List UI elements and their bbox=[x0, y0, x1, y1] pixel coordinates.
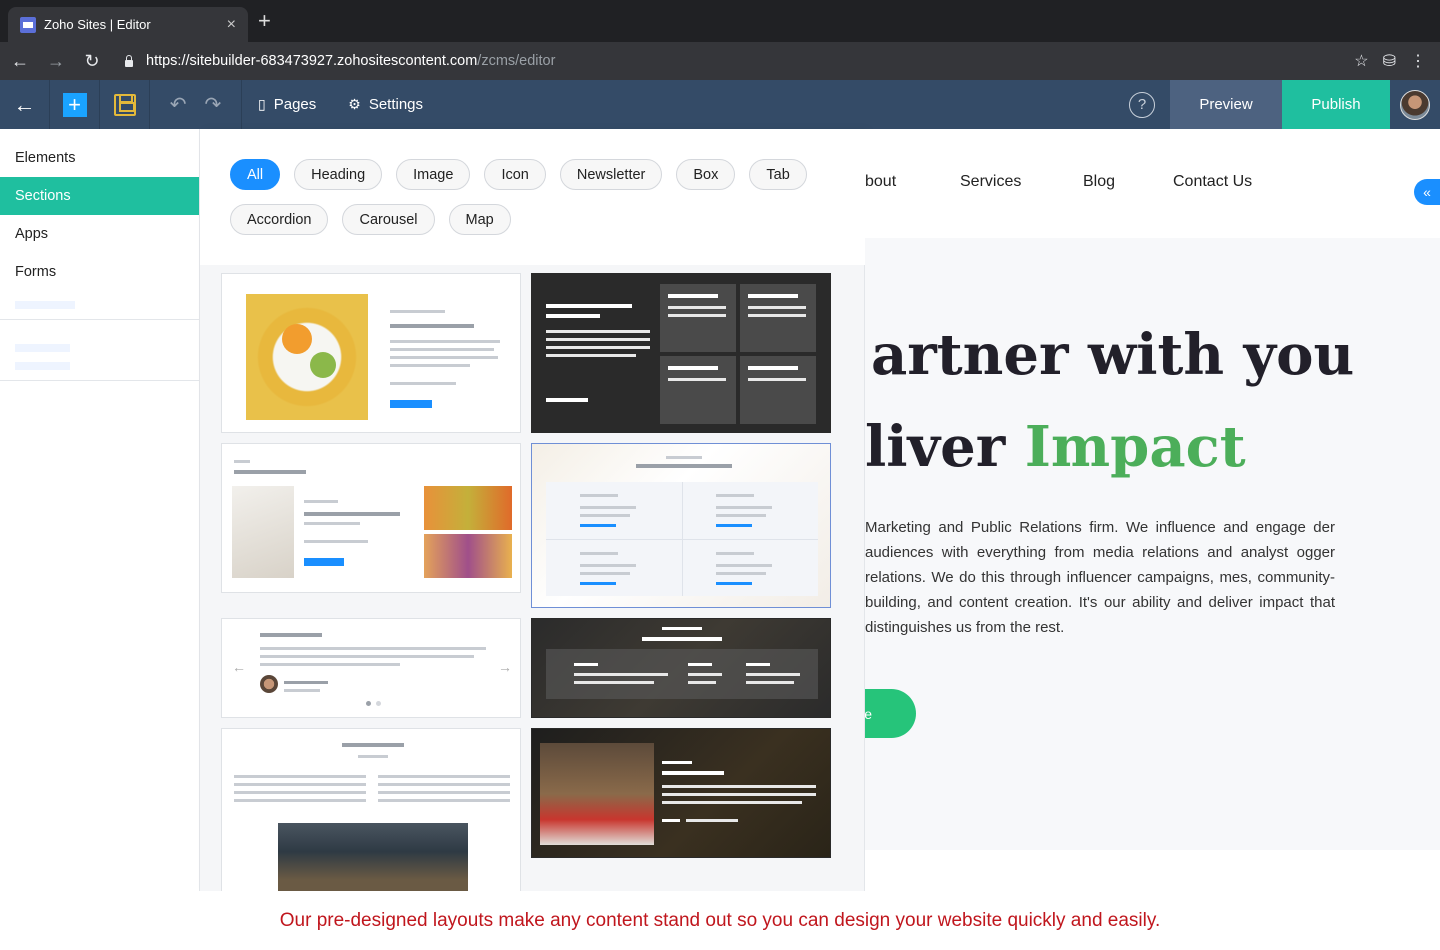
browser-tab-bar: Zoho Sites | Editor × + bbox=[0, 0, 1440, 42]
food-bowl-photo bbox=[246, 294, 368, 420]
filter-chip-map[interactable]: Map bbox=[448, 204, 511, 235]
nav-link-services[interactable]: Services bbox=[960, 173, 1021, 191]
marketing-caption: Our pre-designed layouts make any conten… bbox=[0, 891, 1440, 950]
redo-icon[interactable]: ↷ bbox=[205, 92, 222, 117]
plus-icon: + bbox=[62, 92, 87, 117]
undo-redo-group: ↶ ↷ bbox=[150, 80, 242, 129]
filter-chip-newsletter[interactable]: Newsletter bbox=[559, 159, 663, 190]
back-arrow-icon: ← bbox=[13, 91, 36, 117]
preview-button[interactable]: Preview bbox=[1170, 80, 1282, 129]
hero-headline-line1: artner with you bbox=[871, 322, 1355, 388]
help-button[interactable]: ? bbox=[1114, 80, 1170, 129]
faint-placeholder bbox=[15, 301, 75, 309]
tab-title: Zoho Sites | Editor bbox=[44, 17, 151, 32]
browser-tab[interactable]: Zoho Sites | Editor × bbox=[8, 7, 248, 42]
fruit-slice-shape bbox=[282, 324, 312, 354]
section-filter-chips: All Heading Image Icon Newsletter Box Ta… bbox=[200, 129, 865, 265]
nav-link-contact[interactable]: Contact Us bbox=[1173, 173, 1252, 191]
website-canvas[interactable]: bout Services Blog Contact Us « artner w… bbox=[865, 129, 1440, 891]
filter-chip-heading[interactable]: Heading bbox=[294, 159, 383, 190]
section-template-image-text[interactable] bbox=[221, 273, 521, 433]
filter-chip-all[interactable]: All bbox=[230, 159, 281, 190]
close-tab-icon[interactable]: × bbox=[227, 16, 236, 34]
publish-button[interactable]: Publish bbox=[1282, 80, 1390, 129]
fruit-slice-shape bbox=[310, 352, 336, 378]
incognito-icon[interactable]: ⛁ bbox=[1383, 51, 1396, 71]
sections-panel: All Heading Image Icon Newsletter Box Ta… bbox=[200, 129, 865, 893]
forward-arrow-icon[interactable]: → bbox=[40, 45, 72, 77]
filter-chip-image[interactable]: Image bbox=[396, 159, 471, 190]
user-avatar-button[interactable] bbox=[1390, 80, 1440, 129]
pages-button[interactable]: ▯ Pages bbox=[242, 80, 332, 129]
filter-chip-box[interactable]: Box bbox=[676, 159, 736, 190]
chef-photo bbox=[540, 743, 654, 845]
hero-cta-button[interactable]: e bbox=[865, 689, 916, 738]
breakfast-photo bbox=[232, 486, 294, 578]
sidebar-item-sections[interactable]: Sections bbox=[0, 177, 199, 215]
section-template-testimonial[interactable]: ← → bbox=[221, 618, 521, 718]
testimonial-avatar bbox=[260, 675, 278, 693]
faint-placeholder bbox=[15, 362, 70, 370]
url-host: https://sitebuilder-683473927.zohositesc… bbox=[146, 53, 478, 69]
url-field[interactable]: https://sitebuilder-683473927.zohositesc… bbox=[124, 53, 555, 69]
pages-label: Pages bbox=[273, 96, 317, 113]
editor-toolbar: ← + ↶ ↷ ▯ Pages ⚙ Settings ? Preview Pub… bbox=[0, 80, 1440, 129]
filter-chip-tab[interactable]: Tab bbox=[749, 159, 807, 190]
filter-chip-icon[interactable]: Icon bbox=[484, 159, 546, 190]
sidebar-item-elements[interactable]: Elements bbox=[0, 139, 199, 177]
collapse-panel-button[interactable]: « bbox=[1414, 179, 1440, 205]
hero-paragraph: Marketing and Public Relations firm. We … bbox=[865, 519, 1335, 636]
pastry-photo bbox=[424, 534, 512, 578]
save-disk-icon bbox=[113, 93, 136, 116]
exit-editor-button[interactable]: ← bbox=[0, 80, 50, 129]
section-template-dark-grid[interactable] bbox=[531, 273, 831, 433]
avatar bbox=[1400, 89, 1430, 120]
section-template-two-images[interactable] bbox=[221, 443, 521, 593]
browser-menu-icon[interactable]: ⋮ bbox=[1410, 51, 1426, 71]
address-bar: ← → ↻ https://sitebuilder-683473927.zoho… bbox=[0, 42, 1440, 80]
section-template-dark-columns[interactable] bbox=[531, 618, 831, 718]
bookmark-star-icon[interactable]: ☆ bbox=[1354, 51, 1368, 71]
save-button[interactable] bbox=[100, 80, 150, 129]
section-template-text-image[interactable] bbox=[221, 728, 521, 893]
nav-link-about[interactable]: bout bbox=[865, 173, 896, 191]
sidebar-item-forms[interactable]: Forms bbox=[0, 253, 199, 291]
filter-chip-carousel[interactable]: Carousel bbox=[342, 204, 435, 235]
citrus-photo bbox=[424, 486, 512, 530]
reload-icon[interactable]: ↻ bbox=[76, 45, 108, 77]
filter-chip-accordion[interactable]: Accordion bbox=[230, 204, 329, 235]
add-element-button[interactable]: + bbox=[50, 80, 100, 129]
settings-label: Settings bbox=[368, 96, 424, 113]
carousel-next-icon: → bbox=[498, 659, 512, 675]
faint-placeholder bbox=[15, 344, 70, 352]
sidebar-item-apps[interactable]: Apps bbox=[0, 215, 199, 253]
zoho-favicon-icon bbox=[20, 16, 36, 33]
storefront-photo bbox=[278, 823, 468, 892]
hero-headline-accent: Impact bbox=[1024, 414, 1246, 480]
sidebar-divider bbox=[0, 319, 199, 320]
double-chevron-left-icon: « bbox=[1423, 184, 1431, 200]
left-sidebar: Elements Sections Apps Forms bbox=[0, 129, 200, 891]
back-arrow-icon[interactable]: ← bbox=[4, 45, 36, 77]
section-template-chef-image[interactable] bbox=[531, 728, 831, 858]
nav-link-blog[interactable]: Blog bbox=[1083, 173, 1115, 191]
lock-icon bbox=[124, 55, 134, 67]
section-template-boxes[interactable] bbox=[531, 443, 831, 608]
page-icon: ▯ bbox=[258, 96, 266, 112]
gear-icon: ⚙ bbox=[348, 96, 361, 112]
help-icon: ? bbox=[1129, 91, 1155, 118]
hero-headline-line2: liver Impact bbox=[865, 414, 1246, 480]
new-tab-icon[interactable]: + bbox=[258, 10, 271, 32]
undo-icon[interactable]: ↶ bbox=[170, 92, 187, 117]
settings-button[interactable]: ⚙ Settings bbox=[332, 80, 439, 129]
url-path: /zcms/editor bbox=[477, 53, 556, 69]
carousel-prev-icon: ← bbox=[232, 659, 246, 675]
sidebar-divider bbox=[0, 380, 199, 381]
